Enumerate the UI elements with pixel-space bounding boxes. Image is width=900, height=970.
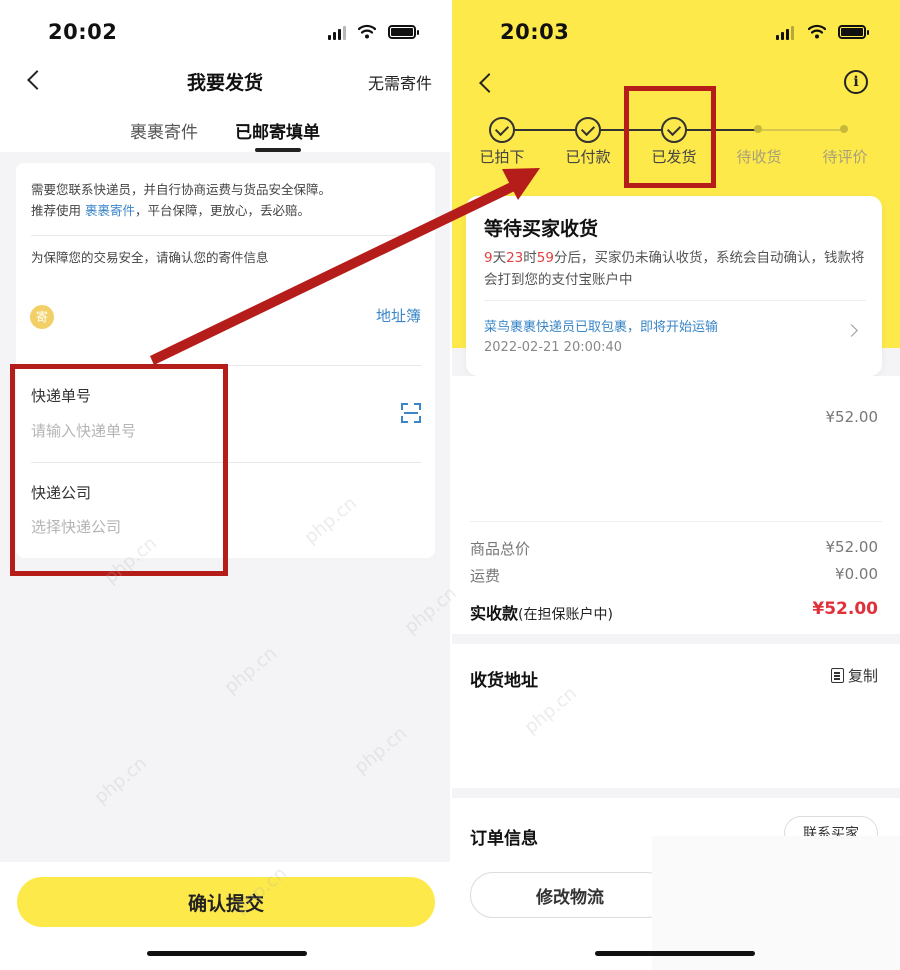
goods-total-label: 商品总价 (470, 540, 531, 558)
battery-icon (388, 25, 419, 39)
shipping-address-section: 收货地址 复制 (452, 644, 900, 788)
order-info-title: 订单信息 (470, 829, 538, 849)
status-bar: 20:02 (0, 0, 450, 64)
logistics-status[interactable]: 菜鸟裹裹快递员已取包裹，即将开始运输 (484, 316, 718, 335)
countdown-hours: 23 (506, 250, 524, 266)
address-book-link[interactable]: 地址簿 (376, 305, 421, 326)
step-done-check-icon (489, 117, 515, 143)
step-label-paid: 已付款 (565, 148, 611, 166)
price-section: ¥52.00 商品总价 ¥52.00 运费 ¥0.00 实收款(在担保账户中) … (452, 376, 900, 634)
copy-label: 复制 (847, 667, 878, 685)
received-amount-label: 实收款(在担保账户中) (470, 600, 613, 624)
chevron-right-icon[interactable] (845, 324, 858, 337)
status-time: 20:02 (48, 20, 118, 44)
received-label-text: 实收款 (470, 604, 519, 623)
copy-icon (830, 668, 844, 683)
step-done-check-icon (575, 117, 601, 143)
scan-icon[interactable] (401, 403, 421, 423)
shipping-fee-value: ¥0.00 (835, 565, 878, 583)
info-icon[interactable]: i (844, 70, 868, 94)
escrow-note: (在担保账户中) (518, 607, 613, 623)
sender-badge-icon: 寄 (30, 305, 54, 329)
address-title: 收货地址 (470, 671, 538, 691)
confirm-tip: 为保障您的交易安全，请确认您的寄件信息 (31, 250, 269, 265)
guoguo-shipping-link[interactable]: 裹裹寄件 (85, 203, 135, 218)
divider (470, 521, 882, 522)
notice-line: 推荐使用 裹裹寄件，平台保障，更放心，丢必赔。 (31, 200, 331, 221)
tab-bar: 裹裹寄件 已邮寄填单 (0, 118, 450, 152)
confirm-submit-button[interactable]: 确认提交 (17, 877, 435, 927)
progress-line-pending (758, 129, 844, 131)
countdown-days: 9 (484, 250, 493, 266)
item-price: ¥52.00 (825, 408, 879, 426)
step-pending-dot (840, 125, 848, 133)
status-time: 20:03 (500, 20, 570, 44)
shipping-notice: 需要您联系快递员，并自行协商运费与货品安全保障。 推荐使用 裹裹寄件，平台保障，… (31, 179, 331, 221)
home-indicator (595, 951, 755, 956)
highlight-box-shipped-step (624, 86, 716, 188)
status-bar: 20:03 (452, 0, 900, 64)
cellular-signal-icon (776, 26, 794, 40)
step-label-awaiting-review: 待评价 (822, 148, 868, 166)
countdown-unit: 天 (492, 250, 507, 266)
notice-line: 需要您联系快递员，并自行协商运费与货品安全保障。 (31, 182, 332, 197)
received-amount-value: ¥52.00 (812, 599, 878, 619)
logistics-time: 2022-02-21 20:00:40 (484, 340, 623, 355)
modify-logistics-button[interactable]: 修改物流 (470, 872, 670, 918)
divider (31, 235, 421, 236)
goods-total-value: ¥52.00 (825, 538, 879, 556)
blurred-overlay (652, 836, 900, 970)
cellular-signal-icon (328, 26, 346, 40)
battery-icon (838, 25, 869, 39)
tab-mailed-fill-form[interactable]: 已邮寄填单 (235, 118, 320, 143)
step-label-awaiting-receipt: 待收货 (736, 148, 782, 166)
order-status-card: 等待买家收货 9天23时59分后，买家仍未确认收货，系统会自动确认，钱款将会打到… (466, 196, 882, 376)
wifi-icon (358, 24, 376, 39)
tab-guoguo-shipping[interactable]: 裹裹寄件 (130, 118, 198, 143)
home-indicator (147, 951, 307, 956)
no-shipping-needed-link[interactable]: 无需寄件 (368, 70, 432, 94)
countdown-minutes: 59 (536, 250, 554, 266)
wifi-icon (808, 24, 826, 39)
copy-address-button[interactable]: 复制 (830, 665, 878, 686)
shipping-fee-label: 运费 (470, 567, 501, 585)
divider (484, 300, 866, 301)
active-tab-underline (255, 148, 301, 152)
step-label-ordered: 已拍下 (479, 148, 525, 166)
countdown-unit: 时 (523, 250, 537, 266)
step-pending-dot (754, 125, 762, 133)
highlight-box-form-fields (10, 364, 228, 576)
auto-confirm-countdown: 9天23时59分后，买家仍未确认收货，系统会自动确认，钱款将会打到您的支付宝账户… (484, 247, 874, 291)
notice-prefix: 推荐使用 (31, 203, 82, 218)
notice-suffix: ，平台保障，更放心，丢必赔。 (135, 203, 311, 218)
order-status-title: 等待买家收货 (484, 218, 599, 240)
